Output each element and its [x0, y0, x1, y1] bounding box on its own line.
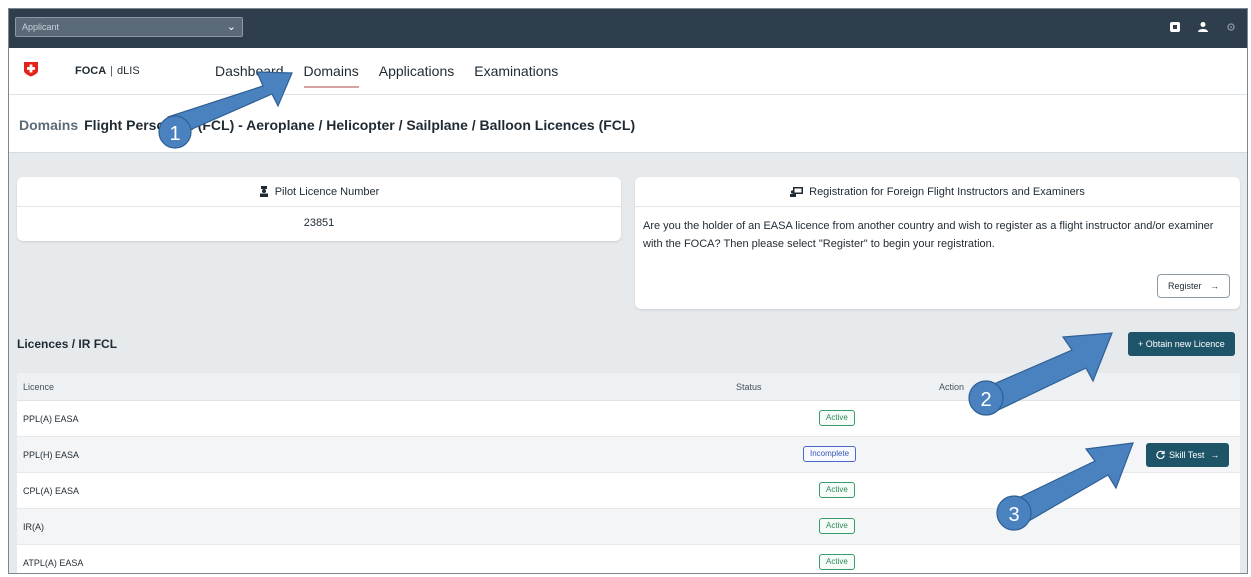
status-badge: Incomplete — [803, 446, 857, 462]
registration-card: Registration for Foreign Flight Instruct… — [635, 177, 1240, 309]
column-header-action: Action — [939, 382, 965, 392]
registration-card-title: Registration for Foreign Flight Instruct… — [809, 186, 1085, 198]
page-title-bar: Domains Flight Personnel (FCL) - Aeroplan… — [9, 95, 1247, 153]
page-title: Domains Flight Personnel (FCL) - Aeroplan… — [19, 117, 635, 133]
top-bar: Applicant ⌄ — [9, 9, 1247, 48]
status-badge: Active — [819, 410, 855, 426]
pilot-icon — [259, 186, 268, 197]
app-window: Applicant ⌄ FOCA | dLIS Dashboard Domains … — [8, 8, 1248, 574]
swiss-flag-logo — [24, 62, 38, 77]
pilot-licence-card: Pilot Licence Number 23851 — [17, 177, 621, 241]
skill-test-button-label: Skill Test — [1169, 450, 1205, 460]
table-row: CPL(A) EASA Active — [17, 473, 1240, 509]
user-icon[interactable] — [1197, 21, 1209, 33]
register-button[interactable]: Register → — [1156, 274, 1230, 298]
pilot-licence-card-header: Pilot Licence Number — [17, 177, 621, 207]
tab-examinations[interactable]: Examinations — [464, 62, 568, 92]
tab-domains[interactable]: Domains — [294, 62, 369, 92]
role-select[interactable]: Applicant ⌄ — [15, 17, 243, 37]
tab-applications[interactable]: Applications — [369, 62, 465, 92]
brand-sub: dLIS — [117, 65, 140, 77]
arrow-right-icon: → — [1210, 450, 1220, 460]
status-badge: Active — [819, 518, 855, 534]
licences-section-title: Licences / IR FCL — [17, 337, 118, 351]
obtain-new-licence-button[interactable]: + Obtain new Licence — [1128, 332, 1235, 356]
table-row: PPL(H) EASA Incomplete Skill Test → — [17, 437, 1240, 473]
table-row: PPL(A) EASA Active — [17, 401, 1240, 437]
column-header-licence: Licence — [23, 382, 55, 392]
tab-dashboard[interactable]: Dashboard — [205, 62, 294, 92]
table-row: ATPL(A) EASA Active — [17, 545, 1240, 573]
licence-name: IR(A) — [23, 522, 44, 532]
brand-main: FOCA — [75, 65, 107, 77]
brand: FOCA | dLIS — [75, 65, 140, 77]
status-badge: Active — [819, 482, 855, 498]
breadcrumb[interactable]: Domains — [19, 117, 78, 133]
role-select-value: Applicant — [22, 22, 60, 32]
licence-name: PPL(H) EASA — [23, 450, 80, 460]
licence-name: PPL(A) EASA — [23, 414, 79, 424]
status-badge: Active — [819, 554, 855, 570]
licence-name: ATPL(A) EASA — [23, 558, 84, 568]
notification-icon[interactable] — [1169, 21, 1181, 33]
skill-test-button[interactable]: Skill Test → — [1146, 443, 1230, 467]
registration-text: Are you the holder of an EASA licence fr… — [643, 220, 1214, 250]
main-nav: FOCA | dLIS Dashboard Domains Applications… — [9, 48, 1247, 95]
arrow-right-icon: → — [1210, 281, 1219, 291]
settings-icon[interactable] — [1225, 21, 1237, 33]
chevron-down-icon: ⌄ — [226, 21, 236, 33]
page-heading: Flight Personnel (FCL) - Aeroplane / Hel… — [84, 117, 636, 133]
licence-name: CPL(A) EASA — [23, 486, 80, 496]
brand-separator: | — [110, 65, 114, 77]
pilot-licence-number: 23851 — [303, 217, 335, 229]
table-row: IR(A) Active — [17, 509, 1240, 545]
pilot-licence-card-title: Pilot Licence Number — [274, 186, 380, 198]
registration-card-header: Registration for Foreign Flight Instruct… — [635, 177, 1240, 207]
register-button-label: Register — [1167, 281, 1202, 291]
column-header-status: Status — [736, 382, 762, 392]
refresh-icon — [1156, 450, 1165, 460]
table-header: Licence Status Action — [17, 373, 1240, 401]
instructor-icon — [790, 187, 804, 197]
licences-table: Licence Status Action PPL(A) EASA Active… — [17, 373, 1240, 573]
